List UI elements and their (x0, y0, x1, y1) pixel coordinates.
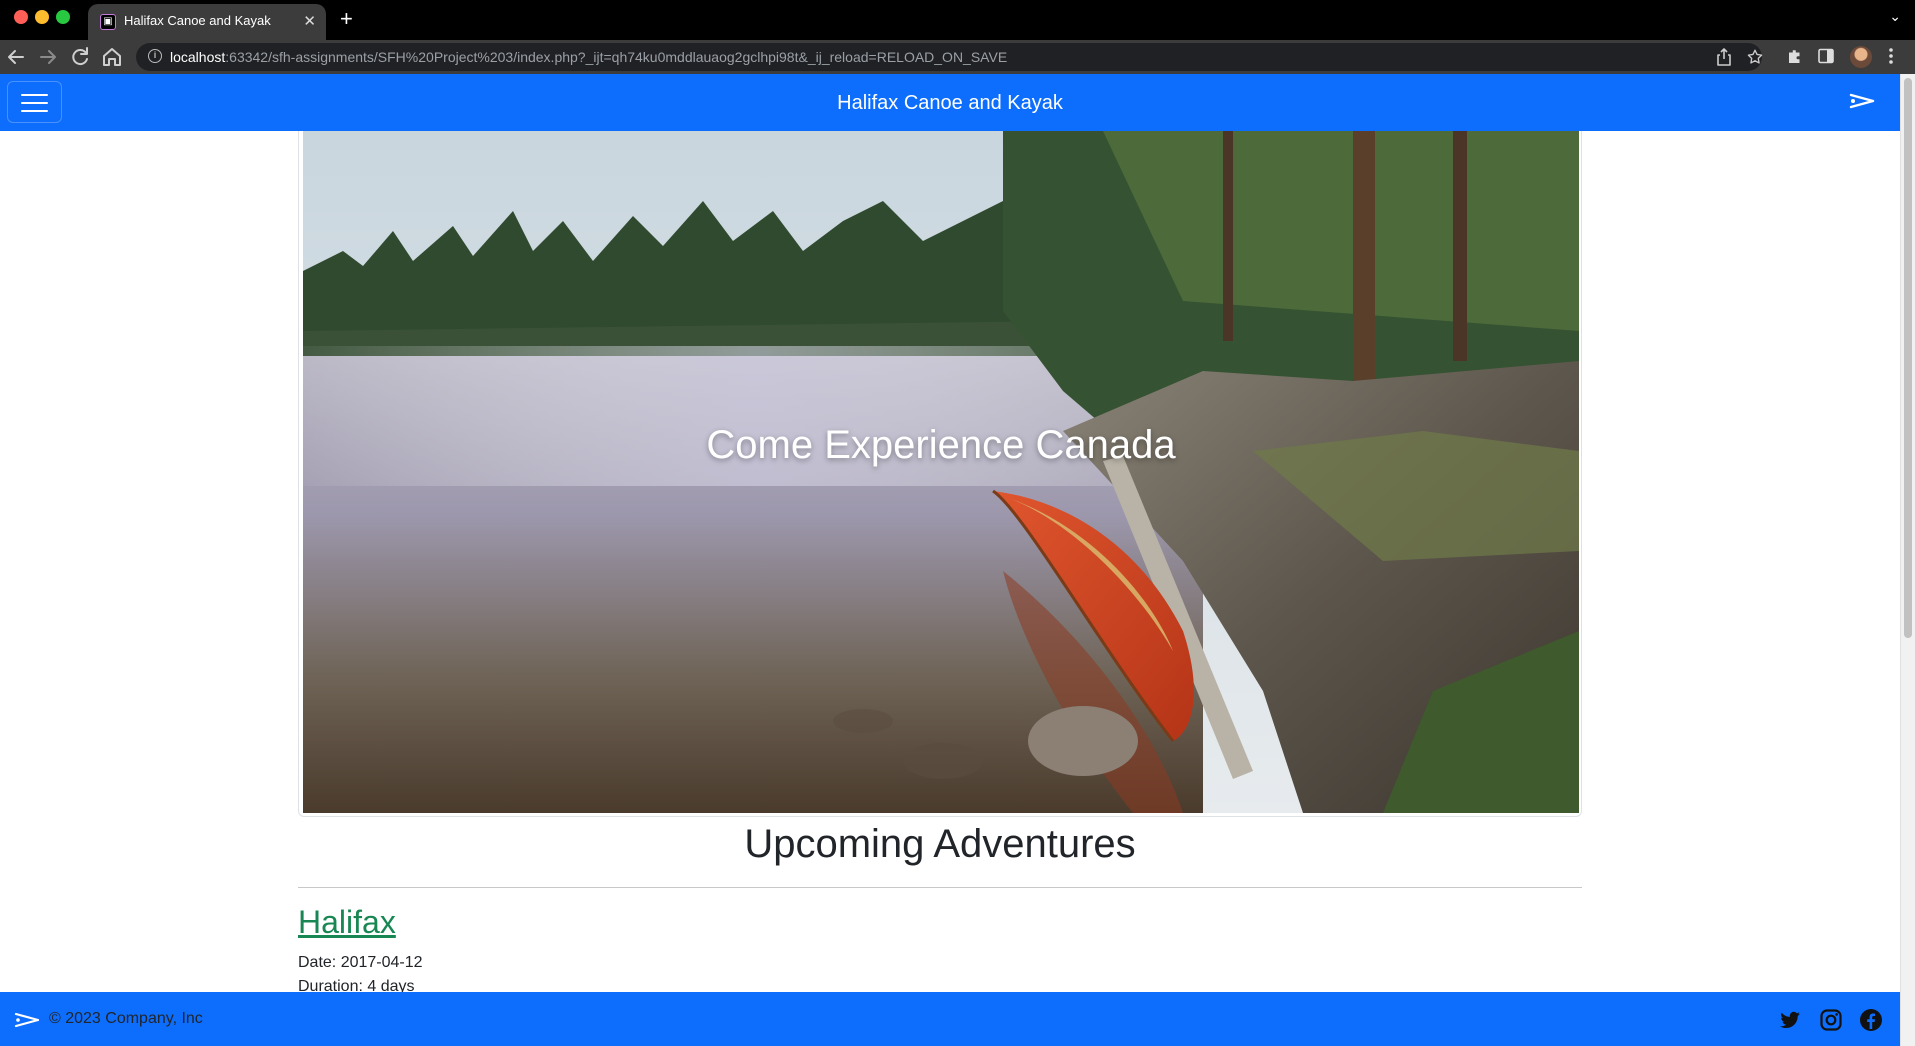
page-viewport: Halifax Canoe and Kayak Come Experience … (0, 74, 1900, 1046)
sidepanel-icon[interactable] (1818, 48, 1834, 68)
section-divider (298, 887, 1582, 888)
back-icon[interactable] (4, 45, 28, 69)
tab-search-icon[interactable]: ⌄ (1889, 8, 1901, 25)
adventure-date: Date: 2017-04-12 (298, 954, 423, 971)
site-navbar: Halifax Canoe and Kayak (0, 74, 1900, 131)
menu-kebab-icon[interactable] (1888, 46, 1894, 71)
tab-title: Halifax Canoe and Kayak (124, 13, 271, 28)
tab-close-icon[interactable]: ✕ (303, 12, 316, 30)
browser-titlebar: ▣ Halifax Canoe and Kayak ✕ + ⌄ (0, 0, 1915, 40)
instagram-icon[interactable] (1819, 1008, 1843, 1032)
profile-avatar[interactable] (1850, 46, 1872, 68)
page-scrollbar[interactable] (1900, 74, 1915, 1046)
section-title: Upcoming Adventures (744, 822, 1136, 866)
close-window-button[interactable] (14, 10, 28, 24)
adventure-link-halifax[interactable]: Halifax (298, 904, 396, 941)
scrollbar-thumb[interactable] (1904, 78, 1912, 638)
browser-tab[interactable]: ▣ Halifax Canoe and Kayak ✕ (88, 4, 326, 40)
url-path: :63342/sfh-assignments/SFH%20Project%203… (225, 49, 1008, 65)
minimize-window-button[interactable] (35, 10, 49, 24)
extensions-icon[interactable] (1786, 48, 1804, 70)
home-icon[interactable] (100, 45, 124, 69)
tab-favicon-icon: ▣ (100, 14, 116, 30)
bootstrap-brand-icon[interactable] (14, 1012, 40, 1033)
footer-copyright: © 2023 Company, Inc (49, 1010, 203, 1027)
canoe-lake-photo: Come Experience Canada (303, 131, 1579, 813)
twitter-icon[interactable] (1778, 1008, 1802, 1032)
site-title: Halifax Canoe and Kayak (837, 92, 1063, 114)
share-icon[interactable] (1716, 48, 1732, 70)
bootstrap-brand-icon[interactable] (1849, 92, 1875, 115)
new-tab-button[interactable]: + (340, 6, 353, 32)
browser-toolbar: i localhost:63342/sfh-assignments/SFH%20… (0, 40, 1915, 74)
url-text[interactable]: localhost:63342/sfh-assignments/SFH%20Pr… (170, 49, 1007, 65)
hero-card: Come Experience Canada (298, 131, 1582, 817)
site-info-icon[interactable]: i (148, 49, 162, 63)
bookmark-star-icon[interactable] (1746, 48, 1764, 70)
forward-icon[interactable] (36, 45, 60, 69)
url-host: localhost (170, 49, 226, 65)
maximize-window-button[interactable] (56, 10, 70, 24)
site-footer: © 2023 Company, Inc (0, 992, 1900, 1046)
hero-heading: Come Experience Canada (706, 423, 1176, 467)
address-bar[interactable]: i localhost:63342/sfh-assignments/SFH%20… (136, 43, 1764, 71)
facebook-icon[interactable] (1859, 1008, 1883, 1032)
reload-icon[interactable] (68, 45, 92, 69)
